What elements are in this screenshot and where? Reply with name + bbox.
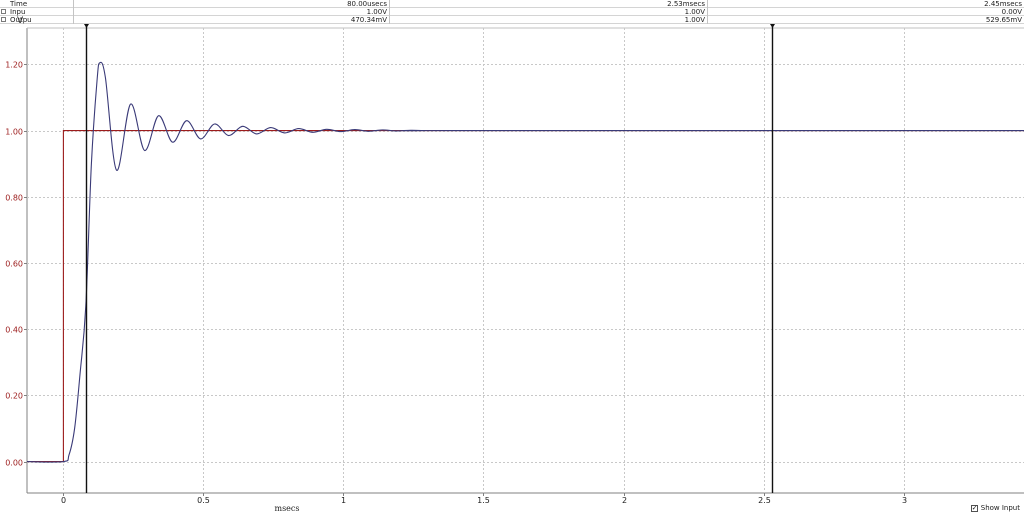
output-trace [26, 61, 1024, 463]
y-tick-label: 1.20 [5, 61, 23, 70]
cursors[interactable] [84, 24, 775, 493]
axis-ticks: 0.00 0.20 0.40 0.60 0.80 1.00 1.20 0 0.5 1 1.5 2 2.5… [5, 61, 907, 506]
y-tick-label: 0.00 [5, 459, 23, 468]
y-axis-label: V [17, 16, 24, 26]
show-input-checkbox[interactable]: ✓ [970, 504, 978, 512]
traces [26, 61, 1024, 463]
y-tick-label: 0.40 [5, 326, 23, 335]
input-trace [27, 130, 1024, 463]
waveform-plot[interactable]: 0.00 0.20 0.40 0.60 0.80 1.00 1.20 0 0.5 1 1.5 2 2.5… [0, 0, 1024, 514]
y-tick-label: 0.80 [5, 194, 23, 203]
x-tick-label: 3 [902, 496, 907, 505]
x-tick-label: 1 [341, 496, 346, 505]
x-tick-label: 2.5 [758, 496, 771, 505]
y-tick-label: 0.60 [5, 260, 23, 269]
show-input-toggle[interactable]: ✓ Show Input [970, 503, 1020, 513]
x-tick-label: 2 [622, 496, 627, 505]
x-tick-label: 1.5 [477, 496, 490, 505]
cursor-a-handle[interactable] [84, 24, 89, 28]
y-tick-label: 1.00 [5, 128, 23, 137]
cursor-b-handle[interactable] [770, 24, 775, 28]
grid [26, 27, 1024, 494]
show-input-label: Show Input [980, 504, 1020, 512]
x-tick-label: 0 [61, 496, 66, 505]
y-tick-label: 0.20 [5, 392, 23, 401]
x-tick-label: 0.5 [197, 496, 210, 505]
x-axis-label: msecs [274, 504, 299, 513]
